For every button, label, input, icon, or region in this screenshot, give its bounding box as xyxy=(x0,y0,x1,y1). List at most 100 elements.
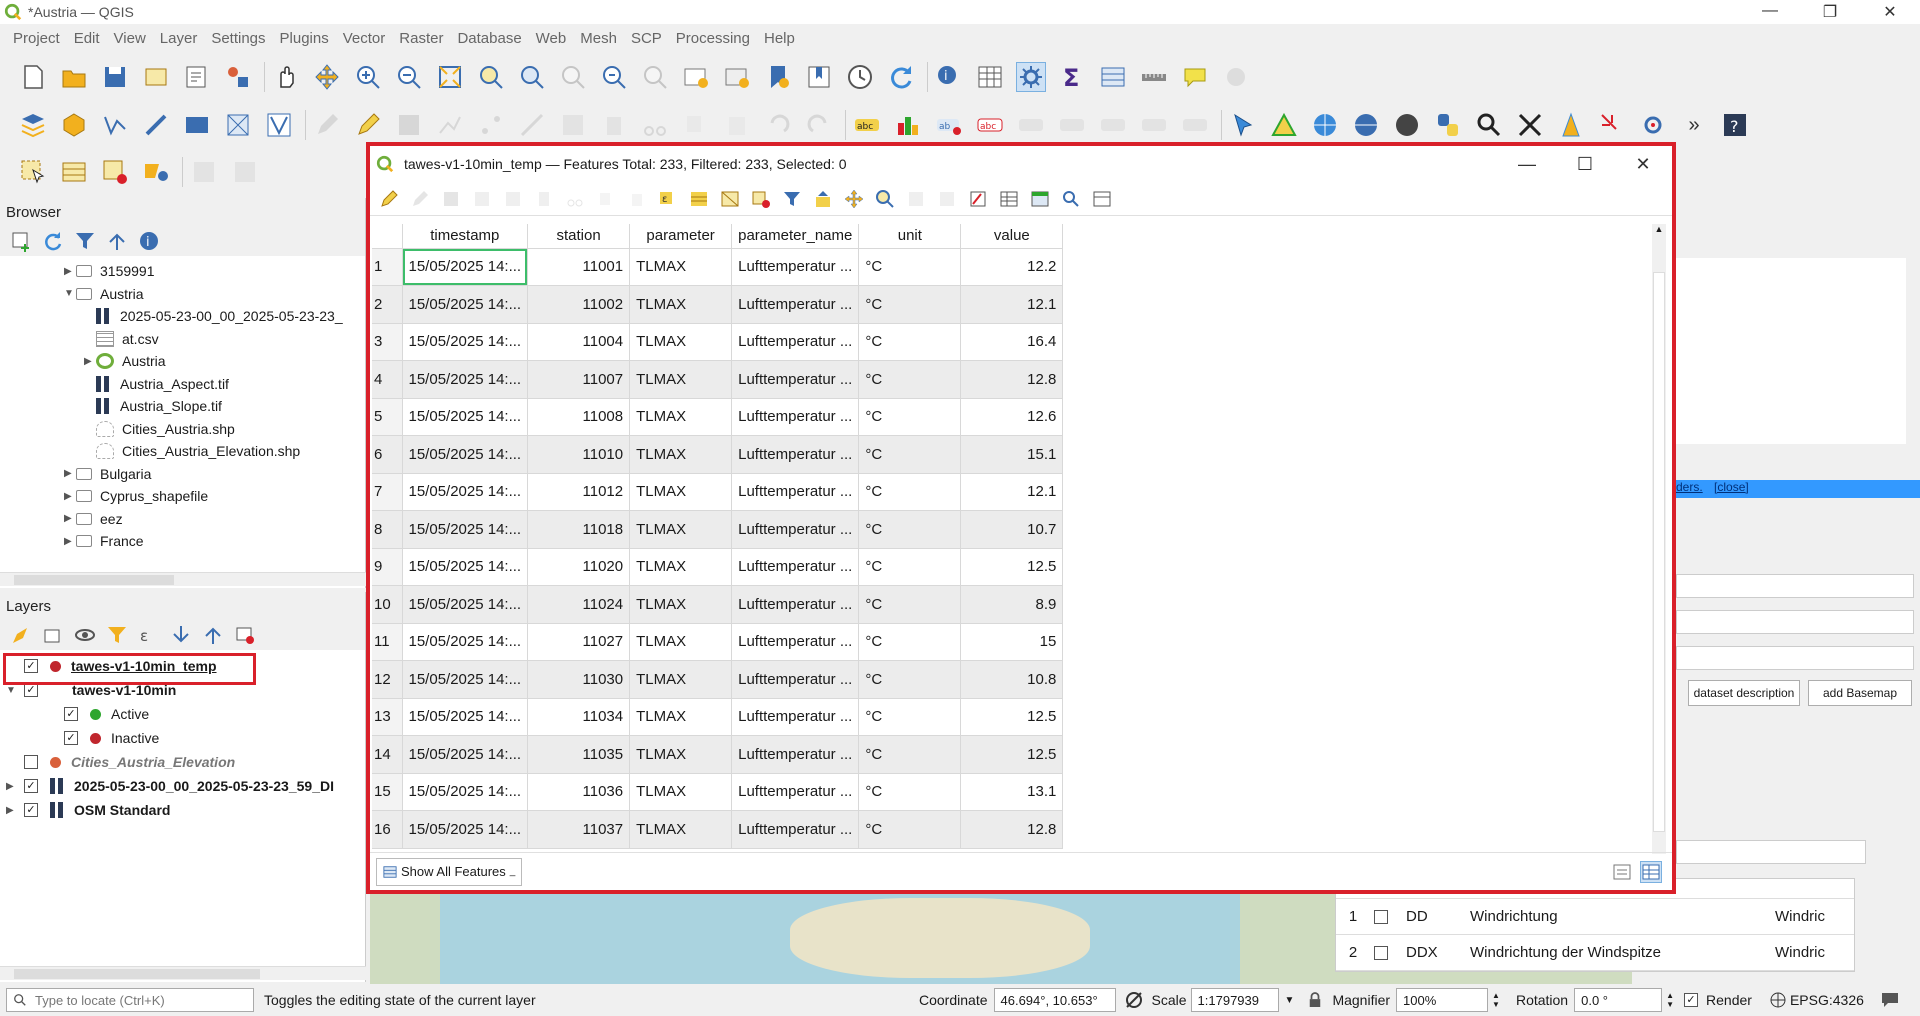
cell-unit[interactable]: °C xyxy=(858,435,962,474)
cell-station[interactable]: 11001 xyxy=(527,248,631,286)
remove-layer-icon[interactable] xyxy=(234,624,256,646)
cell-parameter-name[interactable]: Lufttemperatur ... xyxy=(731,435,860,474)
cell-unit[interactable]: °C xyxy=(858,623,962,661)
toggle-editing-icon[interactable] xyxy=(378,188,400,210)
column-header-parameter-name[interactable]: parameter_name xyxy=(731,224,860,249)
add-group-icon[interactable] xyxy=(42,624,64,646)
expand-arrow-icon[interactable]: ▶ xyxy=(64,266,76,277)
dialog-maximize-button[interactable]: ☐ xyxy=(1556,154,1614,175)
cell-parameter-name[interactable]: Lufttemperatur ... xyxy=(731,248,860,286)
column-header-parameter[interactable]: parameter xyxy=(629,224,733,249)
layer-visibility-checkbox[interactable]: ✓ xyxy=(24,683,38,697)
select-by-expression-icon[interactable]: ε xyxy=(657,188,679,210)
select-features-icon[interactable] xyxy=(1228,110,1258,140)
row-number[interactable]: 13 xyxy=(372,698,403,736)
new-spatialite-icon[interactable] xyxy=(141,110,171,140)
crs-label[interactable]: EPSG:4326 xyxy=(1790,992,1864,1008)
cell-value[interactable]: 10.8 xyxy=(960,660,1064,699)
new-3d-map-view-icon[interactable] xyxy=(722,62,752,92)
cell-parameter-name[interactable]: Lufttemperatur ... xyxy=(731,735,860,774)
cell-parameter-name[interactable]: Lufttemperatur ... xyxy=(731,773,860,811)
cell-station[interactable]: 11008 xyxy=(527,398,631,436)
collapse-all-layers-icon[interactable] xyxy=(202,624,224,646)
add-selected-layers-icon[interactable] xyxy=(10,230,32,252)
new-project-icon[interactable] xyxy=(18,62,48,92)
new-virtual-layer-icon[interactable] xyxy=(182,110,212,140)
cell-parameter-name[interactable]: Lufttemperatur ... xyxy=(731,360,860,399)
search-field[interactable] xyxy=(1676,840,1866,864)
cell-parameter[interactable]: TLMAX xyxy=(629,623,733,661)
cell-parameter-name[interactable]: Lufttemperatur ... xyxy=(731,285,860,324)
cell-station[interactable]: 11030 xyxy=(527,660,631,699)
scrollbar-thumb[interactable] xyxy=(14,575,174,585)
temporal-controller-icon[interactable] xyxy=(845,62,875,92)
table-row[interactable]: 1 15/05/2025 14:... 11001 TLMAX Lufttemperat… xyxy=(372,248,1064,286)
table-row[interactable]: 16 15/05/2025 14:... 11037 TLMAX Lufttempera… xyxy=(372,810,1064,849)
row-number[interactable]: 7 xyxy=(372,473,403,511)
cell-station[interactable]: 11020 xyxy=(527,548,631,586)
cell-station[interactable]: 11004 xyxy=(527,323,631,361)
cell-unit[interactable]: °C xyxy=(858,510,962,549)
table-row[interactable]: 1 DD Windrichtung Windric xyxy=(1336,899,1854,935)
menu-view[interactable]: View xyxy=(114,30,146,47)
row-number[interactable]: 5 xyxy=(372,398,403,436)
cell-station[interactable]: 11034 xyxy=(527,698,631,736)
dialog-minimize-button[interactable]: — xyxy=(1498,154,1556,175)
open-attribute-table-icon[interactable] xyxy=(975,62,1005,92)
zoom-to-layer-icon[interactable] xyxy=(517,62,547,92)
cell-parameter-name[interactable]: Lufttemperatur ... xyxy=(731,510,860,549)
cell-parameter[interactable]: TLMAX xyxy=(629,323,733,361)
cell-unit[interactable]: °C xyxy=(858,773,962,811)
cell-value[interactable]: 12.8 xyxy=(960,810,1064,849)
select-all-icon[interactable] xyxy=(688,188,710,210)
table-row[interactable]: 2 DDX Windrichtung der Windspitze Windri… xyxy=(1336,935,1854,971)
crs-globe-icon[interactable] xyxy=(1770,992,1786,1008)
table-row[interactable]: 8 15/05/2025 14:... 11018 TLMAX Lufttemperat… xyxy=(372,510,1064,549)
cell-station[interactable]: 11012 xyxy=(527,473,631,511)
layer-item[interactable]: Cities_Austria_Elevation xyxy=(0,750,365,774)
browser-item[interactable]: Cities_Austria.shp xyxy=(0,418,365,441)
zoom-last-icon[interactable] xyxy=(599,62,629,92)
row-number[interactable]: 6 xyxy=(372,435,403,474)
browser-horizontal-scrollbar[interactable] xyxy=(0,572,366,586)
show-all-features-button[interactable]: Show All Features _ xyxy=(376,857,523,886)
table-row[interactable]: 11 15/05/2025 14:... 11027 TLMAX Lufttempera… xyxy=(372,623,1064,661)
row-number[interactable]: 10 xyxy=(372,585,403,624)
filter-legend-icon[interactable] xyxy=(106,624,128,646)
cell-timestamp[interactable]: 15/05/2025 14:... xyxy=(402,698,529,736)
cell-unit[interactable]: °C xyxy=(858,398,962,436)
layer-labeling-icon[interactable]: abc xyxy=(852,110,882,140)
row-number[interactable]: 1 xyxy=(372,248,403,286)
expand-all-icon[interactable] xyxy=(170,624,192,646)
browser-item[interactable]: ▶ Austria xyxy=(0,350,365,373)
triangle-tool-icon[interactable] xyxy=(1269,110,1299,140)
menu-database[interactable]: Database xyxy=(457,30,521,47)
cell-timestamp[interactable]: 15/05/2025 14:... xyxy=(402,810,529,849)
browser-item[interactable]: ▼ Austria xyxy=(0,283,365,306)
show-bookmarks-icon[interactable] xyxy=(804,62,834,92)
minimize-button[interactable]: — xyxy=(1740,2,1800,22)
style-manager-icon[interactable] xyxy=(223,62,253,92)
layer-visibility-checkbox[interactable]: ✓ xyxy=(64,731,78,745)
cell-timestamp[interactable]: 15/05/2025 14:... xyxy=(402,623,529,661)
restore-button[interactable]: ❐ xyxy=(1800,2,1860,22)
deselect-all-icon[interactable] xyxy=(750,188,772,210)
cell-parameter[interactable]: TLMAX xyxy=(629,585,733,624)
identify-features-icon[interactable]: i xyxy=(934,62,964,92)
add-vector-layer-icon[interactable] xyxy=(264,110,294,140)
browser-item[interactable]: ▶ eez xyxy=(0,508,365,531)
column-header-value[interactable]: value xyxy=(960,224,1064,249)
statistical-summary-icon[interactable]: Σ xyxy=(1057,62,1087,92)
add-basemap-button[interactable]: add Basemap xyxy=(1808,680,1912,706)
cell-unit[interactable]: °C xyxy=(858,735,962,774)
table-row[interactable]: 2 15/05/2025 14:... 11002 TLMAX Lufttemperat… xyxy=(372,285,1064,324)
row-number[interactable]: 12 xyxy=(372,660,403,699)
cell-station[interactable]: 11036 xyxy=(527,773,631,811)
open-project-icon[interactable] xyxy=(59,62,89,92)
expand-arrow-icon[interactable]: ▶ xyxy=(64,468,76,479)
cell-unit[interactable]: °C xyxy=(858,698,962,736)
dialog-close-button[interactable]: ✕ xyxy=(1614,154,1672,175)
cell-timestamp[interactable]: 15/05/2025 14:... xyxy=(402,285,529,324)
map-tips-icon[interactable] xyxy=(1180,62,1210,92)
layer-diagram-icon[interactable] xyxy=(893,110,923,140)
